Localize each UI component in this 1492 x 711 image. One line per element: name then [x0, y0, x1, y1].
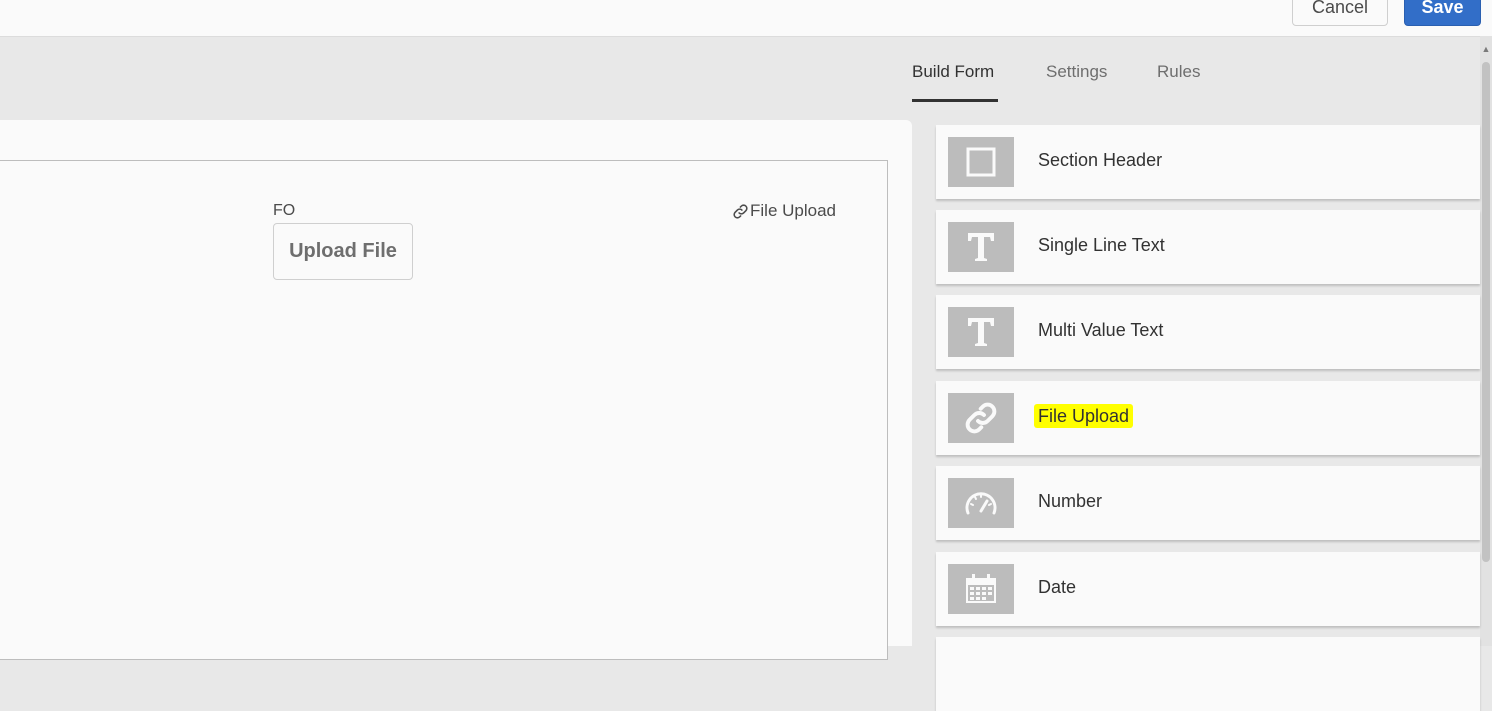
component-label: File Upload — [1034, 381, 1134, 455]
tab-build-form[interactable]: Build Form — [912, 62, 994, 82]
component-multi-value-text[interactable]: Multi Value Text — [936, 295, 1480, 369]
component-label: Number — [1038, 491, 1103, 511]
cancel-button[interactable]: Cancel — [1292, 0, 1388, 26]
component-label: Multi Value Text — [1038, 320, 1164, 340]
form-canvas: FO Upload File File Upload — [0, 120, 912, 660]
gauge-icon — [948, 478, 1014, 528]
component-file-upload[interactable]: File Upload — [936, 381, 1480, 455]
component-date[interactable]: Date — [936, 552, 1480, 626]
field-type-label: File Upload — [750, 201, 836, 220]
calendar-icon — [948, 564, 1014, 614]
form-preview-area — [0, 160, 888, 660]
tab-rules[interactable]: Rules — [1157, 62, 1200, 82]
top-action-bar: Cancel Save — [0, 0, 1492, 37]
component-label: Section Header — [1038, 150, 1163, 170]
upload-file-button[interactable]: Upload File — [273, 223, 413, 280]
scrollbar-thumb[interactable] — [1482, 62, 1490, 562]
field-type-tag[interactable]: File Upload — [732, 201, 836, 221]
active-tab-indicator — [912, 99, 998, 102]
scroll-up-icon[interactable]: ▲ — [1480, 44, 1492, 54]
field-label: FO — [273, 202, 296, 219]
component-single-line-text[interactable]: Single Line Text — [936, 210, 1480, 284]
component-number[interactable]: Number — [936, 466, 1480, 540]
save-button[interactable]: Save — [1404, 0, 1481, 26]
link-icon — [733, 203, 748, 219]
component-next-partial[interactable] — [936, 637, 1480, 711]
component-label: Date — [1038, 577, 1077, 597]
section-header-icon — [948, 137, 1014, 187]
link-icon — [948, 393, 1014, 443]
tab-settings[interactable]: Settings — [1046, 62, 1107, 82]
component-label: Single Line Text — [1038, 235, 1165, 255]
text-icon — [948, 307, 1014, 357]
sidebar-scrollbar[interactable]: ▲ — [1480, 36, 1492, 646]
highlighted-label: File Upload — [1034, 404, 1134, 428]
component-section-header[interactable]: Section Header — [936, 125, 1480, 199]
text-icon — [948, 222, 1014, 272]
